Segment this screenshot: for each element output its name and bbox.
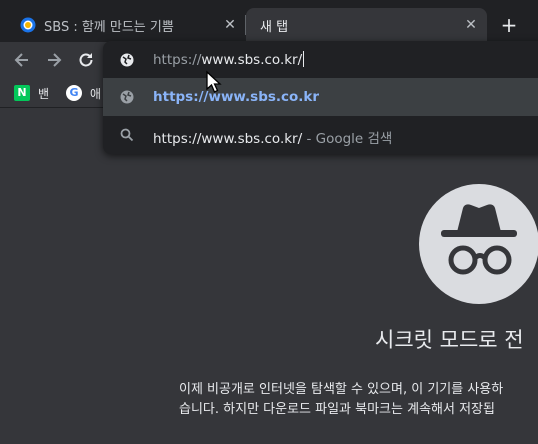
description-line: 이제 비공개로 인터넷을 탐색할 수 있으며, 이 기기를 사용하 <box>179 382 504 397</box>
text-caret <box>303 51 305 67</box>
omnibox-dropdown: https://www.sbs.co.kr/ https://www.sbs.c… <box>103 41 538 154</box>
naver-icon: N <box>14 85 30 101</box>
tab-new-tab[interactable]: 새 탭 ✕ <box>246 8 487 42</box>
tab-sbs[interactable]: SBS : 함께 만드는 기쁨 ✕ <box>0 8 246 42</box>
sbs-favicon-icon <box>20 17 36 33</box>
suggestion-text: https://www.sbs.co.kr/ <box>153 131 303 147</box>
tab-title: SBS : 함께 만드는 기쁨 <box>44 19 174 35</box>
reload-icon[interactable] <box>76 50 96 70</box>
back-arrow-icon[interactable] <box>12 50 32 70</box>
search-icon <box>119 127 135 143</box>
bookmark-naver[interactable]: N 밴 <box>14 83 49 103</box>
suggestion-search[interactable]: https://www.sbs.co.kr/ - Google 검색 <box>103 116 538 154</box>
google-icon: G <box>66 85 82 101</box>
url-host: www.sbs.co.kr/ <box>201 52 303 68</box>
incognito-icon <box>419 184 538 304</box>
close-icon[interactable]: ✕ <box>463 17 479 33</box>
suggestion-suffix: - Google 검색 <box>302 131 393 147</box>
bookmark-google[interactable]: G 애 <box>66 83 101 103</box>
globe-icon <box>119 52 135 68</box>
suggestion-text: https://www.sbs.co.kr <box>153 89 320 105</box>
bookmark-label: 밴 <box>38 86 50 101</box>
incognito-description: 이제 비공개로 인터넷을 탐색할 수 있으며, 이 기기를 사용하 습니다. 하… <box>179 380 503 420</box>
incognito-title: 시크릿 모드로 전 <box>375 328 524 352</box>
description-line: 습니다. 하지만 다운로드 파일과 북마크는 계속해서 저장됩 <box>179 402 495 417</box>
suggestion-url[interactable]: https://www.sbs.co.kr <box>103 78 538 116</box>
forward-arrow-icon[interactable] <box>44 50 64 70</box>
url-scheme: https:// <box>153 52 202 68</box>
new-tab-button[interactable]: + <box>497 14 521 38</box>
tab-strip: SBS : 함께 만드는 기쁨 ✕ 새 탭 ✕ + <box>0 0 538 42</box>
close-icon[interactable]: ✕ <box>222 17 238 33</box>
address-bar-input[interactable]: https://www.sbs.co.kr/ <box>103 41 538 78</box>
globe-icon <box>119 89 135 105</box>
tab-title: 새 탭 <box>260 19 289 35</box>
mouse-cursor-icon <box>205 70 225 98</box>
bookmark-label: 애 <box>90 86 102 101</box>
